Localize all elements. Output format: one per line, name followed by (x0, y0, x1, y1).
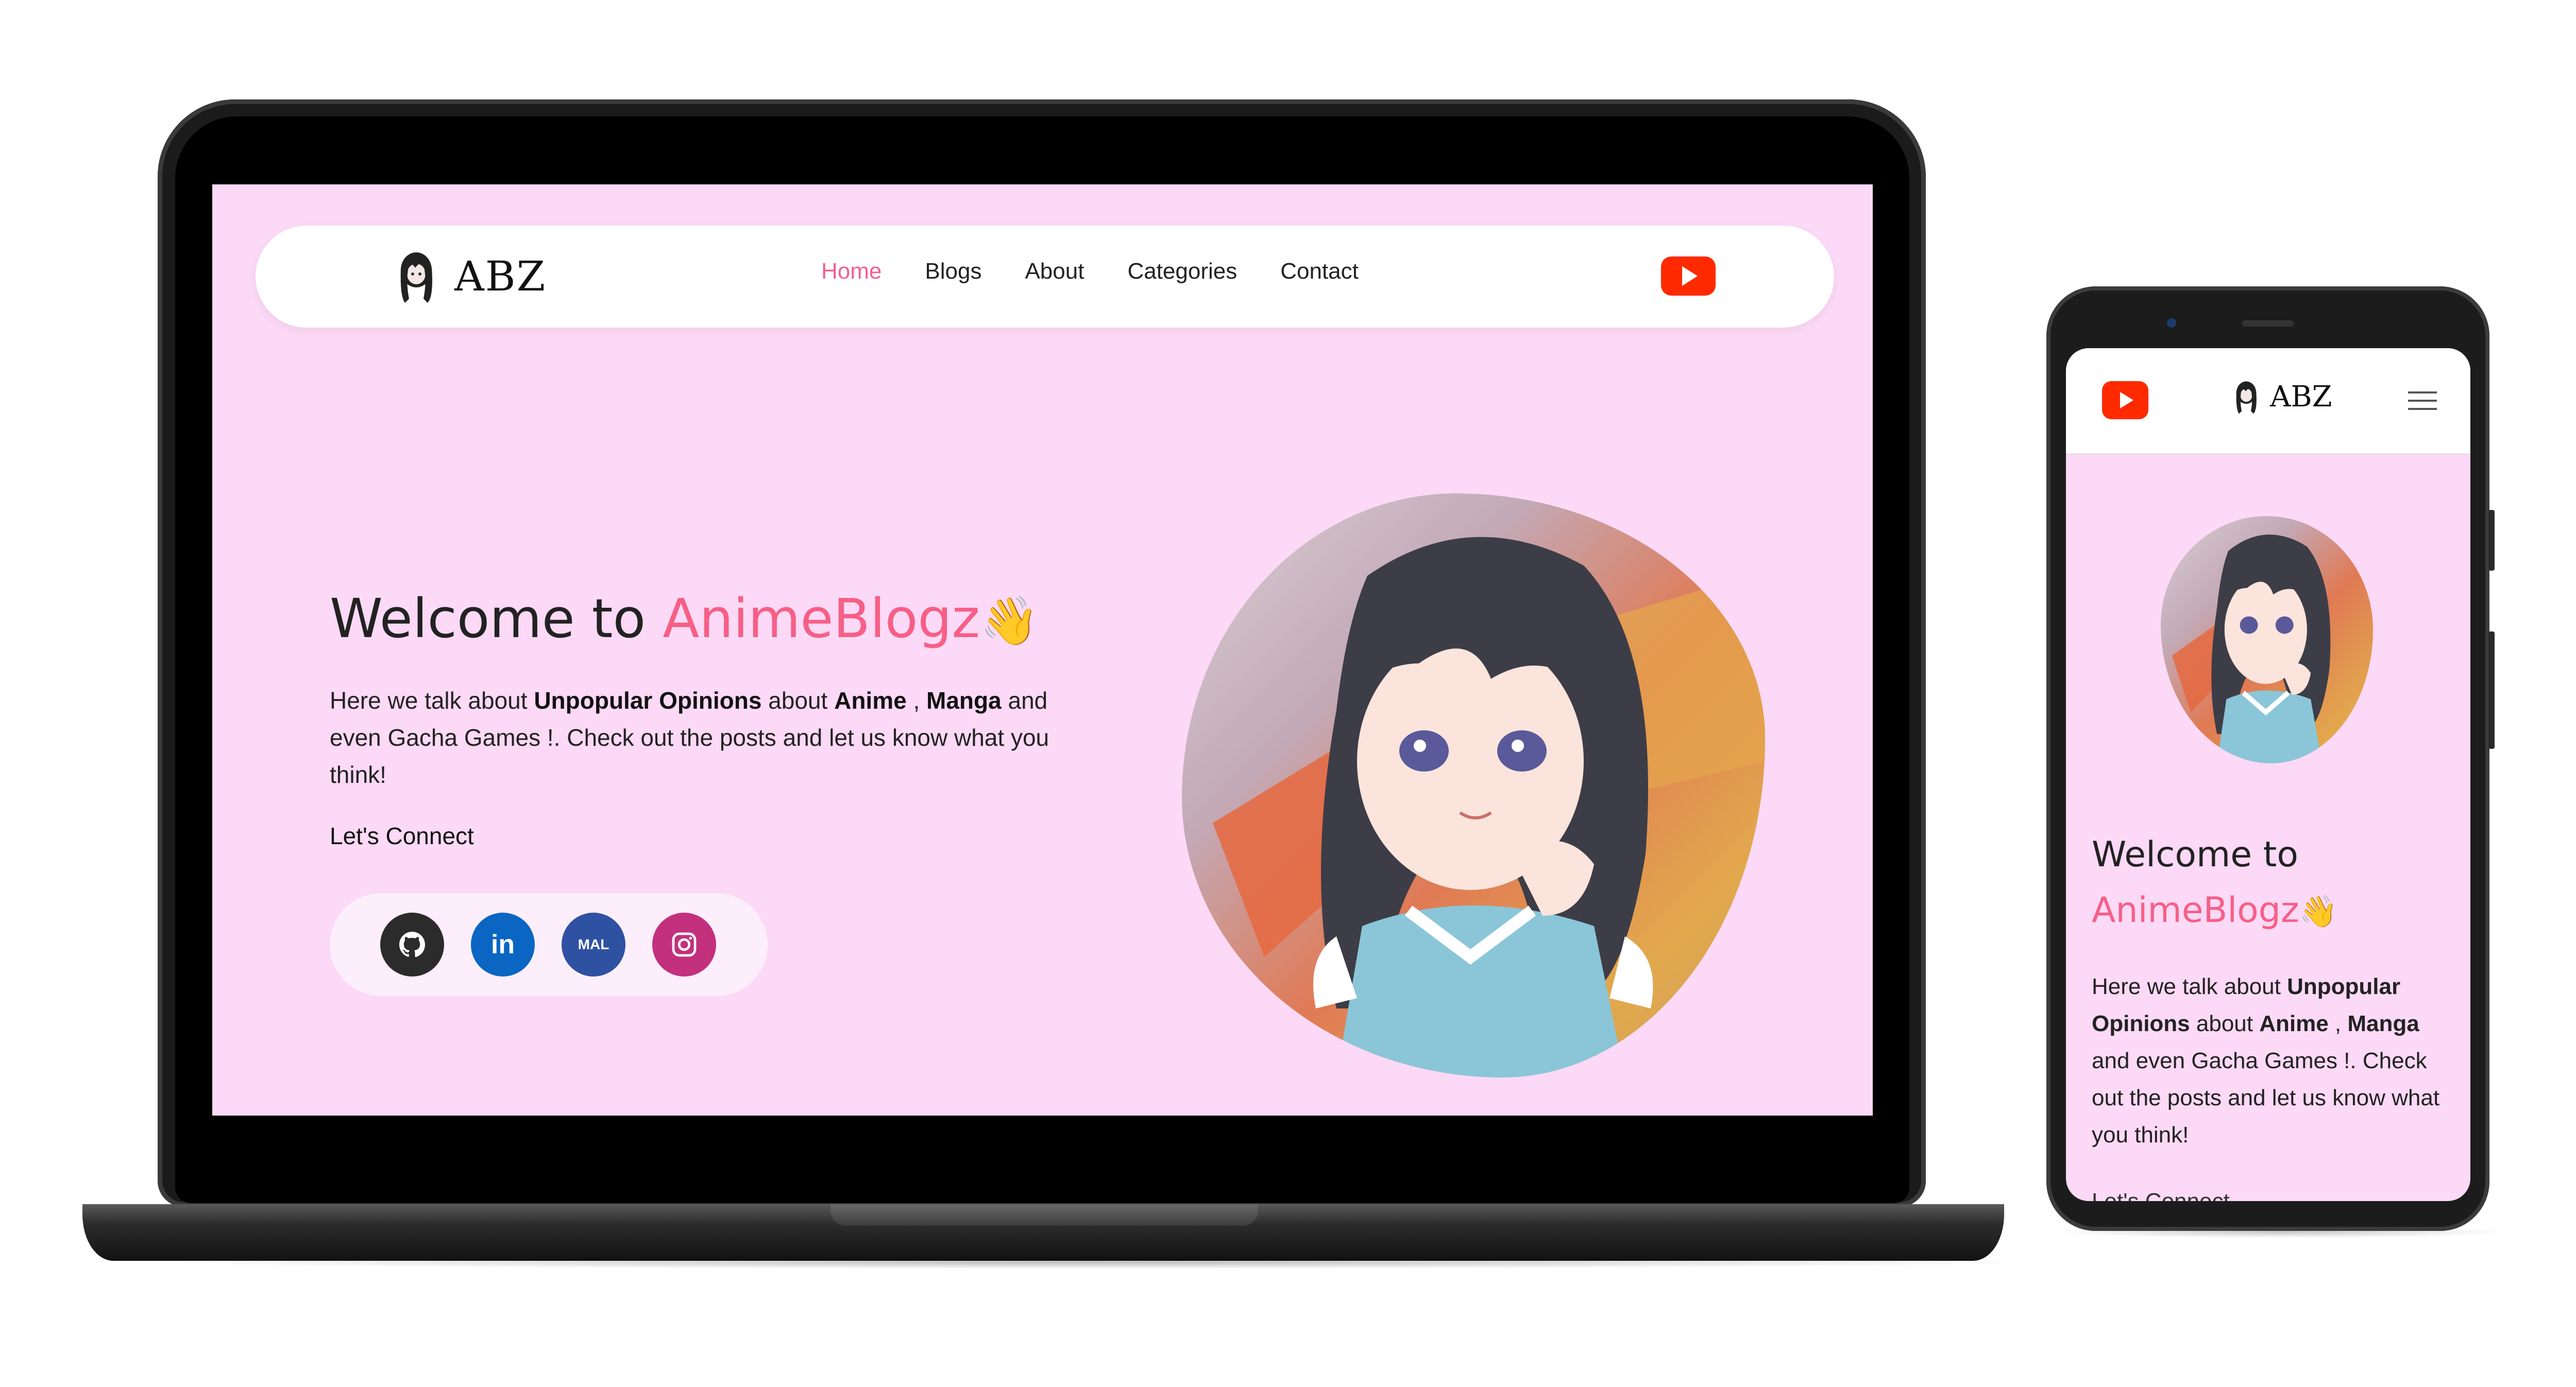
social-links: in MAL (330, 893, 768, 996)
laptop-shadow (134, 1256, 2050, 1269)
phone-volume-button (2488, 631, 2495, 749)
anime-girl-illustration (1213, 537, 1765, 1077)
instagram-link[interactable] (652, 913, 716, 977)
desc-bold-manga: Manga (926, 687, 1002, 714)
phone-speaker (2242, 320, 2294, 327)
desc-text: Here we talk about (330, 687, 534, 714)
anime-girl-logo-icon (2236, 381, 2257, 414)
hero-description: Here we talk about Unpopular Opinions ab… (330, 682, 1077, 793)
hero-title-prefix: Welcome to (330, 587, 663, 650)
lets-connect-label: Let's Connect (330, 823, 474, 849)
wave-hand-icon: 👋 (979, 593, 1039, 648)
desc-bold-anime: Anime (2259, 1011, 2329, 1036)
nav-item-home[interactable]: Home (821, 259, 882, 284)
laptop-screen: ABZ Home Blogs About Categories Contact … (212, 184, 1873, 1116)
desc-text: Here we talk about (2092, 974, 2287, 999)
github-link[interactable] (380, 913, 444, 977)
mobile-brand-logo-text: ABZ (2270, 380, 2332, 414)
phone-screen: ABZ Welcome to AnimeBlogz👋 Here we talk … (2066, 348, 2470, 1201)
desc-text: about (2190, 1011, 2260, 1036)
hamburger-menu-icon[interactable] (2408, 385, 2437, 416)
brand-logo[interactable]: ABZ (391, 245, 546, 307)
mobile-title-accent: AnimeBlogz (2092, 890, 2299, 931)
nav-links: Home Blogs About Categories Contact (821, 259, 1402, 284)
mobile-header: ABZ (2066, 348, 2470, 455)
navbar: ABZ Home Blogs About Categories Contact (256, 226, 1834, 328)
mobile-hero-illustration (2161, 516, 2373, 763)
desc-text: about (761, 687, 835, 714)
mobile-youtube-button[interactable] (2102, 381, 2148, 419)
instagram-icon (672, 932, 697, 957)
mobile-title-line1: Welcome to (2092, 834, 2298, 875)
youtube-button[interactable] (1661, 256, 1716, 296)
youtube-icon (1682, 266, 1698, 286)
myanimelist-link[interactable]: MAL (562, 913, 625, 977)
mobile-lets-connect-label: Let's Connect (2092, 1189, 2230, 1201)
mobile-brand-logo[interactable]: ABZ (2230, 376, 2332, 417)
brand-logo-text: ABZ (454, 252, 547, 300)
linkedin-icon: in (490, 930, 515, 960)
desc-text: , (2328, 1011, 2348, 1036)
hero-anime-illustration (1182, 493, 1765, 1077)
nav-item-blogs[interactable]: Blogs (925, 259, 981, 284)
myanimelist-icon: MAL (578, 936, 609, 952)
hero-title: Welcome to AnimeBlogz👋 (330, 587, 1039, 650)
desc-text: and even Gacha Games !. Check out the po… (2092, 1048, 2440, 1148)
mobile-hero-title: Welcome to AnimeBlogz👋 (2092, 827, 2337, 939)
laptop-trackpad-notch (831, 1204, 1258, 1226)
linkedin-link[interactable]: in (471, 913, 535, 977)
nav-item-categories[interactable]: Categories (1127, 259, 1237, 284)
nav-item-about[interactable]: About (1025, 259, 1084, 284)
github-icon (399, 932, 426, 957)
hero-title-accent: AnimeBlogz (663, 587, 980, 650)
anime-girl-logo-icon (400, 252, 432, 303)
desc-bold-manga: Manga (2347, 1011, 2419, 1036)
nav-item-contact[interactable]: Contact (1280, 259, 1359, 284)
phone-power-button (2488, 510, 2495, 571)
desc-bold-unpopular-opinions: Unpopular Opinions (534, 687, 762, 714)
desc-bold-anime: Anime (834, 687, 907, 714)
phone-camera (2167, 318, 2176, 328)
wave-hand-icon: 👋 (2299, 894, 2338, 930)
youtube-icon (2120, 392, 2133, 408)
desc-text: , (906, 687, 927, 714)
mobile-hero-description: Here we talk about Unpopular Opinions ab… (2092, 968, 2452, 1154)
anime-girl-illustration (2172, 534, 2331, 763)
